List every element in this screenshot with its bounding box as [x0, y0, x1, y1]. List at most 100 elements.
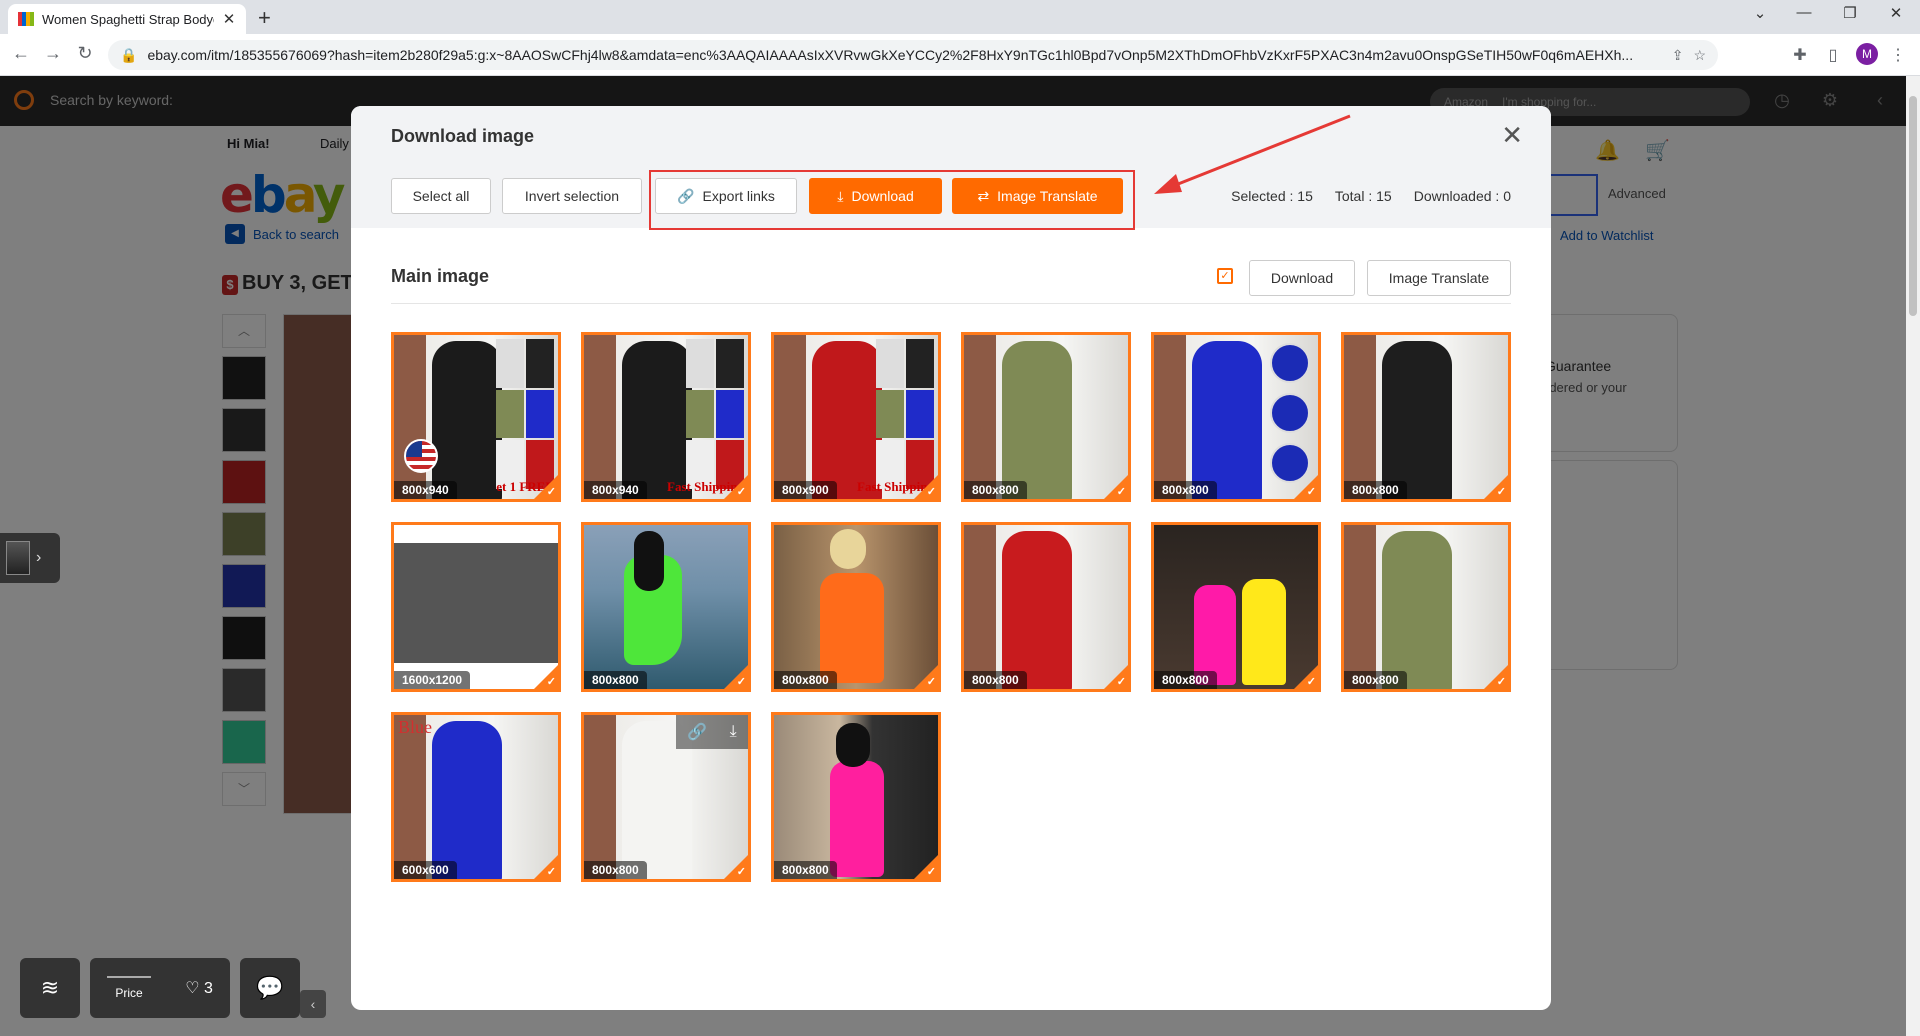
back-icon[interactable]: ← — [10, 43, 32, 64]
favorites-counter[interactable]: ♡ 3 — [185, 978, 213, 998]
image-preview-skin — [394, 335, 426, 499]
color-label: Blue — [398, 717, 432, 737]
image-card[interactable]: et 1 FREE 800x940 ✓ — [391, 332, 561, 502]
lock-icon[interactable]: 🔒 — [120, 47, 137, 64]
tab-close-icon[interactable]: ✕ — [222, 10, 236, 28]
page-scrollbar[interactable] — [1906, 76, 1920, 1036]
checkmark-icon: ✓ — [1496, 676, 1506, 688]
image-size-badge: 800x800 — [774, 861, 837, 879]
modal-toolbar: Select all Invert selection 🔗 Export link… — [351, 166, 1551, 230]
chat-tool-button[interactable]: 💬 — [240, 958, 300, 1018]
hair — [634, 531, 664, 591]
browser-tab[interactable]: Women Spaghetti Strap Bodycon ✕ — [8, 4, 246, 34]
image-preview — [432, 721, 502, 879]
section-download-button[interactable]: Download — [1249, 260, 1355, 296]
side-panel-icon[interactable]: ▯ — [1823, 45, 1843, 65]
url-text[interactable]: ebay.com/itm/185355676069?hash=item2b280… — [147, 47, 1661, 63]
layers-tool-button[interactable]: ≋ — [20, 958, 80, 1018]
image-translate-button[interactable]: ⇄ Image Translate — [952, 178, 1123, 214]
heart-icon: ♡ — [185, 980, 200, 997]
side-product-widget[interactable]: › — [0, 533, 60, 583]
restore-icon[interactable]: ❐ — [1840, 4, 1860, 22]
checkmark-icon: ✓ — [546, 676, 556, 688]
translate-icon: ⇄ — [977, 187, 990, 204]
download-icon: ⤓ — [837, 187, 844, 204]
copy-link-icon[interactable]: 🔗 — [687, 722, 707, 742]
checkmark-icon: ✓ — [1116, 486, 1126, 498]
image-size-badge: 800x900 — [774, 481, 837, 499]
reload-icon[interactable]: ↻ — [74, 43, 96, 64]
close-icon[interactable]: ✕ — [1501, 120, 1523, 151]
price-trend-icon — [107, 976, 152, 978]
browser-menu-icon[interactable]: ⋮ — [1888, 45, 1908, 65]
image-preview-skin — [1344, 525, 1376, 689]
image-preview — [394, 543, 558, 663]
image-card[interactable]: 800x800 ✓ — [1341, 332, 1511, 502]
image-card[interactable]: 800x800 ✓ — [1151, 522, 1321, 692]
image-card[interactable]: 800x800 ✓ — [771, 712, 941, 882]
image-size-badge: 800x800 — [584, 671, 647, 689]
image-card[interactable]: 800x800 ✓ — [771, 522, 941, 692]
image-preview — [432, 341, 502, 499]
image-size-badge: 1600x1200 — [394, 671, 471, 689]
image-size-badge: 800x800 — [964, 481, 1027, 499]
price-tool[interactable]: Price ♡ 3 — [90, 958, 230, 1018]
extensions-icon[interactable]: ✚ — [1790, 45, 1810, 65]
checkmark-icon: ✓ — [1306, 676, 1316, 688]
share-icon[interactable]: ⇪ — [1672, 47, 1684, 64]
section-image-translate-button[interactable]: Image Translate — [1367, 260, 1511, 296]
export-links-button[interactable]: 🔗 Export links — [655, 178, 797, 214]
download-button[interactable]: ⤓ Download — [809, 178, 942, 214]
image-card[interactable]: 🔗 ⤓ 800x800 ✓ — [581, 712, 751, 882]
select-all-button[interactable]: Select all — [391, 178, 491, 214]
download-image-modal: Download image ✕ Select all Invert selec… — [351, 106, 1551, 1010]
image-card[interactable]: Fast Shipping 800x940 ✓ — [581, 332, 751, 502]
checkmark-icon: ✓ — [546, 866, 556, 878]
image-card[interactable]: Blue 600x600 ✓ — [391, 712, 561, 882]
hair — [830, 529, 866, 569]
image-card[interactable]: 800x800 ✓ — [1341, 522, 1511, 692]
image-preview-skin — [774, 335, 806, 499]
download-icon[interactable]: ⤓ — [730, 723, 737, 741]
image-card[interactable]: 1600x1200 ✓ — [391, 522, 561, 692]
image-preview — [812, 341, 882, 499]
image-preview — [1194, 585, 1236, 685]
image-card[interactable]: 800x800 ✓ — [961, 522, 1131, 692]
tab-search-icon[interactable]: ⌄ — [1750, 4, 1770, 22]
modal-title: Download image — [391, 126, 535, 146]
image-preview — [1002, 531, 1072, 689]
annotation-arrow-icon — [1154, 114, 1351, 194]
section-select-checkbox[interactable]: ✓ — [1217, 268, 1233, 284]
image-preview — [820, 573, 884, 683]
address-bar[interactable]: 🔒 ebay.com/itm/185355676069?hash=item2b2… — [108, 40, 1718, 70]
image-preview-skin — [964, 335, 996, 499]
image-preview — [1192, 341, 1262, 499]
image-preview — [1382, 341, 1452, 499]
tab-title: Women Spaghetti Strap Bodycon — [42, 11, 214, 27]
image-card[interactable]: 800x800 ✓ — [961, 332, 1131, 502]
second-dress — [1242, 579, 1286, 685]
image-card[interactable]: 800x800 ✓ — [581, 522, 751, 692]
image-card[interactable]: Fast Shipping 800x900 ✓ — [771, 332, 941, 502]
image-size-badge: 800x800 — [774, 671, 837, 689]
collage-panels — [686, 339, 744, 489]
profile-avatar[interactable]: M — [1856, 43, 1878, 65]
invert-selection-button[interactable]: Invert selection — [502, 178, 642, 214]
image-card[interactable]: 800x800 ✓ — [1151, 332, 1321, 502]
checkmark-icon: ✓ — [1116, 676, 1126, 688]
image-size-badge: 800x800 — [1344, 671, 1407, 689]
window-close-icon[interactable]: ✕ — [1886, 4, 1906, 22]
side-widget-thumbnail — [6, 541, 30, 575]
detail-circles — [1270, 343, 1312, 483]
toolbar-collapse-icon[interactable]: ‹ — [300, 990, 326, 1018]
new-tab-button[interactable]: + — [258, 5, 271, 31]
image-preview-skin — [584, 335, 616, 499]
scroll-thumb[interactable] — [1909, 96, 1917, 316]
image-preview-skin — [394, 715, 426, 879]
forward-icon[interactable]: → — [42, 43, 64, 64]
us-flag-icon — [404, 439, 438, 473]
minimize-icon[interactable]: — — [1794, 4, 1814, 21]
image-size-badge: 800x940 — [584, 481, 647, 499]
checkmark-icon: ✓ — [546, 486, 556, 498]
bookmark-star-icon[interactable]: ☆ — [1693, 47, 1706, 64]
